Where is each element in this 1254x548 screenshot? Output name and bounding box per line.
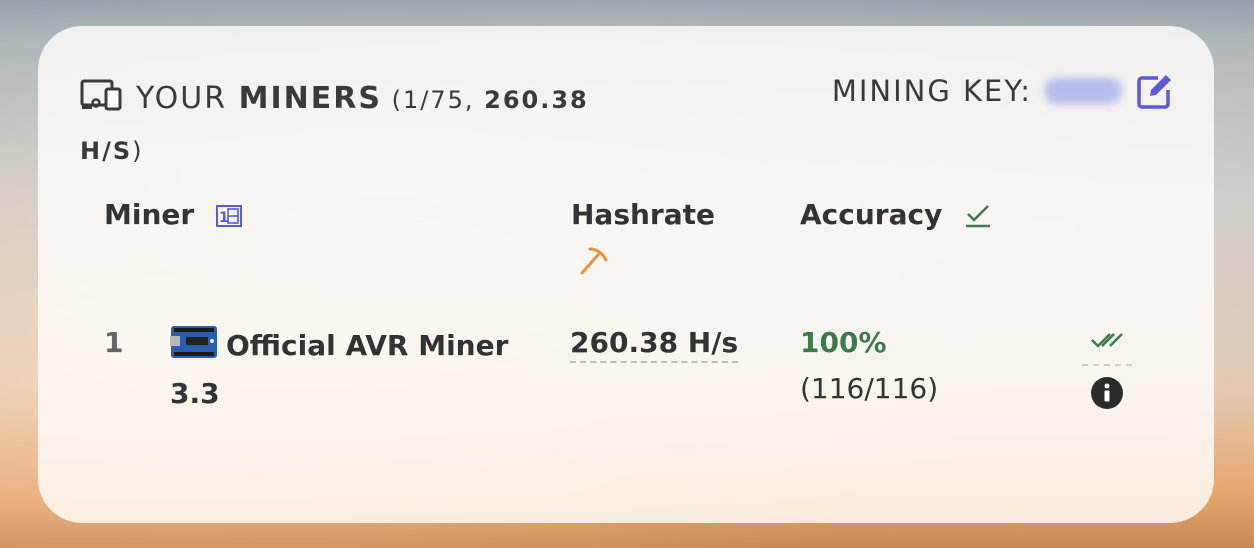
cpu-chip-icon: 1 — [215, 205, 242, 227]
edit-icon[interactable] — [1136, 72, 1174, 110]
mining-key: MINING KEY: — [832, 72, 1174, 110]
row-number: 1 — [104, 326, 124, 359]
title-close: ) — [132, 137, 144, 165]
devices-icon — [80, 79, 122, 111]
accuracy-percent: 100% — [800, 326, 887, 359]
mining-key-value — [1044, 78, 1122, 104]
column-header-hashrate: Hashrate — [571, 198, 716, 231]
column-header-miner: Miner 1 — [104, 198, 242, 231]
miners-card: YOUR MINERS (1/75, 260.38 H/S) MINING KE… — [38, 26, 1214, 523]
double-check-icon — [1091, 333, 1123, 348]
card-title: YOUR MINERS (1/75, 260.38 H/S) — [80, 74, 600, 176]
arduino-board-icon — [170, 326, 217, 358]
column-header-accuracy: Accuracy — [800, 198, 992, 231]
miner-name-text: Official AVR Miner 3.3 — [170, 329, 509, 410]
status-cell[interactable] — [1082, 328, 1132, 366]
accuracy-shares: (116/116) — [800, 372, 939, 405]
pickaxe-icon — [580, 247, 608, 275]
check-icon — [966, 205, 991, 228]
title-main: MINERS — [238, 81, 382, 116]
miner-name: Official AVR Miner 3.3 — [170, 322, 530, 418]
title-open: (1/75, — [381, 86, 485, 114]
miner-hashrate[interactable]: 260.38 H/s — [570, 326, 739, 363]
info-icon[interactable] — [1090, 376, 1124, 410]
mining-key-label: MINING KEY: — [831, 74, 1032, 108]
title-prefix: YOUR — [136, 81, 228, 116]
